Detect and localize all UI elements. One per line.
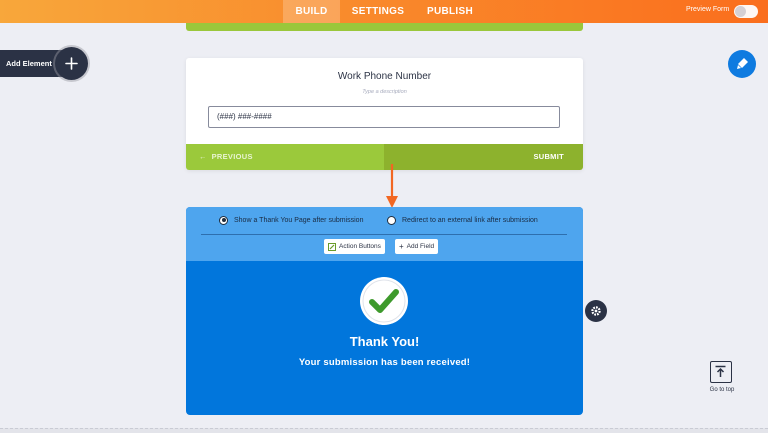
- go-to-top-button[interactable]: Go to top: [704, 361, 740, 397]
- top-bar: BUILD SETTINGS PUBLISH Preview Form: [0, 0, 768, 23]
- option-redirect[interactable]: Redirect to an external link after submi…: [387, 214, 538, 226]
- gear-icon: [591, 306, 601, 316]
- add-element-button[interactable]: Add Element: [0, 47, 88, 80]
- thank-you-message[interactable]: Your submission has been received!: [186, 357, 583, 368]
- action-buttons-label: Action Buttons: [339, 243, 381, 250]
- arrow-up-icon: [710, 361, 732, 383]
- divider: [201, 234, 567, 235]
- page-bottom-edge: [0, 428, 768, 433]
- thank-you-card: Show a Thank You Page after submission R…: [186, 207, 583, 415]
- thank-you-title[interactable]: Thank You!: [186, 334, 583, 349]
- preview-form-label: Preview Form: [686, 6, 730, 13]
- preview-form-toggle[interactable]: [734, 5, 758, 18]
- radio-redirect[interactable]: [387, 215, 396, 225]
- option-thank-you-page-label: Show a Thank You Page after submission: [234, 216, 364, 224]
- plus-icon[interactable]: [55, 47, 88, 80]
- form-designer-button[interactable]: [728, 50, 756, 78]
- tab-settings[interactable]: SETTINGS: [345, 0, 411, 23]
- check-icon: [360, 277, 408, 325]
- thank-you-options: Show a Thank You Page after submission R…: [186, 207, 583, 261]
- go-to-top-label: Go to top: [709, 387, 735, 393]
- previous-button[interactable]: ← PREVIOUS: [186, 144, 384, 170]
- previous-page-footer: [186, 23, 583, 31]
- arrow-down-icon: [386, 164, 398, 208]
- settings-gear-button[interactable]: [585, 300, 607, 322]
- work-phone-input[interactable]: (###) ###-####: [208, 106, 560, 128]
- form-page-card: Work Phone Number Type a description (##…: [186, 58, 583, 170]
- radio-thank-you-page[interactable]: [219, 215, 228, 225]
- option-redirect-label: Redirect to an external link after submi…: [402, 216, 538, 224]
- arrow-left-icon: ←: [199, 152, 207, 161]
- field-title[interactable]: Work Phone Number: [186, 71, 583, 82]
- edit-icon: [328, 242, 336, 251]
- tab-build[interactable]: BUILD: [283, 0, 340, 23]
- add-field-button[interactable]: + Add Field: [395, 239, 439, 254]
- action-buttons-button[interactable]: Action Buttons: [324, 239, 385, 254]
- paint-roller-icon: [737, 58, 748, 69]
- submit-button[interactable]: SUBMIT: [384, 144, 583, 170]
- field-description[interactable]: Type a description: [186, 89, 583, 95]
- option-thank-you-page[interactable]: Show a Thank You Page after submission: [219, 214, 363, 226]
- add-field-label: Add Field: [406, 243, 435, 250]
- toggle-knob: [735, 6, 746, 17]
- plus-icon: +: [399, 242, 404, 251]
- add-element-label: Add Element: [6, 59, 52, 68]
- tab-publish[interactable]: PUBLISH: [420, 0, 480, 23]
- previous-label: PREVIOUS: [211, 152, 253, 161]
